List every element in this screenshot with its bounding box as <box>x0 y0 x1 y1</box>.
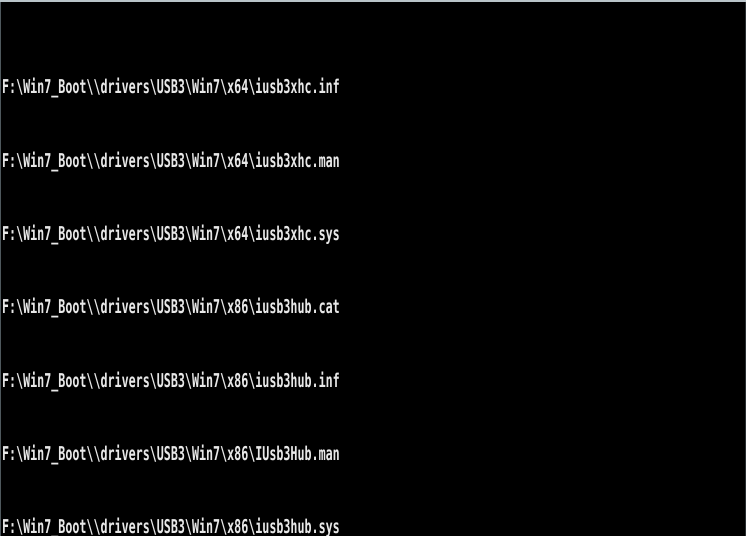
copied-file-path-line: F:\Win7_Boot\\drivers\USB3\Win7\x86\IUsb… <box>2 443 340 466</box>
copied-file-path-line: F:\Win7_Boot\\drivers\USB3\Win7\x64\iusb… <box>2 223 340 246</box>
console-output-text-area[interactable]: F:\Win7_Boot\\drivers\USB3\Win7\x64\iusb… <box>2 2 746 536</box>
copied-file-path-line: F:\Win7_Boot\\drivers\USB3\Win7\x64\iusb… <box>2 76 340 99</box>
window-left-border <box>0 2 1 536</box>
copied-file-path-line: F:\Win7_Boot\\drivers\USB3\Win7\x86\iusb… <box>2 296 340 319</box>
copied-file-path-line: F:\Win7_Boot\\drivers\USB3\Win7\x86\iusb… <box>2 369 340 392</box>
copied-file-path-line: F:\Win7_Boot\\drivers\USB3\Win7\x64\iusb… <box>2 149 340 172</box>
command-prompt-window[interactable]: F:\Win7_Boot\\drivers\USB3\Win7\x64\iusb… <box>0 0 746 536</box>
copied-file-path-line: F:\Win7_Boot\\drivers\USB3\Win7\x86\iusb… <box>2 516 340 536</box>
